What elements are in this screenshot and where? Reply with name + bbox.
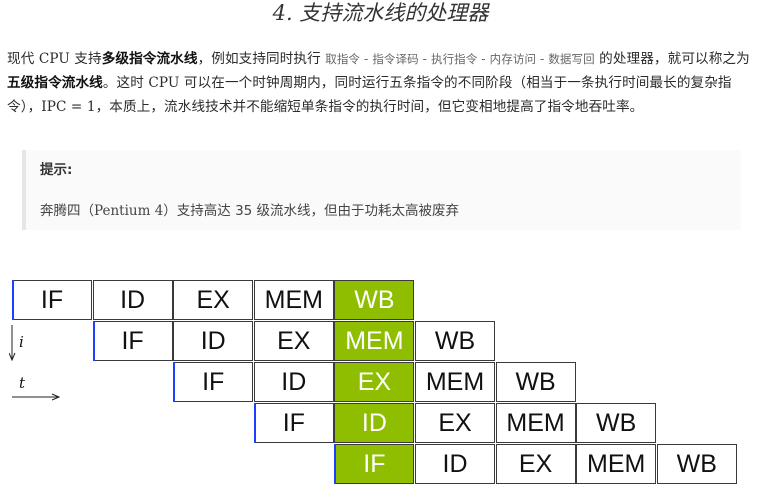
pipeline-stage-ex: EX bbox=[415, 403, 495, 443]
row-start-marker bbox=[173, 362, 176, 402]
row-start-marker bbox=[253, 403, 256, 443]
pipeline-stage-mem: MEM bbox=[334, 321, 415, 361]
pipeline-stage-ex: EX bbox=[173, 280, 254, 320]
pipeline-stage-ex: EX bbox=[495, 444, 576, 484]
pipeline-stage-id: ID bbox=[253, 362, 334, 402]
pipeline-stage-mem: MEM bbox=[253, 280, 334, 320]
pipeline-stage-mem: MEM bbox=[415, 362, 495, 402]
pipeline-stage-ex: EX bbox=[334, 362, 415, 402]
pipeline-stage-id: ID bbox=[415, 444, 495, 484]
pipeline-diagram: i t IF ID EX MEM WB IF ID EX MEM WB IF ID EX MEM WB IF I… bbox=[0, 0, 761, 494]
pipeline-stage-if: IF bbox=[12, 280, 92, 320]
row-start-marker bbox=[12, 280, 14, 320]
pipeline-stage-wb: WB bbox=[576, 403, 657, 443]
axis-label-i: i bbox=[19, 333, 24, 351]
pipeline-stage-wb: WB bbox=[495, 362, 576, 402]
pipeline-stage-if: IF bbox=[92, 321, 173, 361]
right-arrow-icon bbox=[12, 393, 60, 401]
row-start-marker bbox=[92, 321, 95, 361]
pipeline-stage-if: IF bbox=[173, 362, 254, 402]
pipeline-stage-id: ID bbox=[92, 280, 173, 320]
pipeline-stage-wb: WB bbox=[656, 444, 737, 484]
pipeline-stage-if: IF bbox=[253, 403, 334, 443]
pipeline-stage-mem: MEM bbox=[495, 403, 576, 443]
axis-label-t: t bbox=[19, 374, 26, 392]
pipeline-stage-wb: WB bbox=[334, 280, 415, 320]
pipeline-stage-id: ID bbox=[173, 321, 254, 361]
down-arrow-icon bbox=[9, 325, 16, 361]
pipeline-stage-wb: WB bbox=[415, 321, 495, 361]
row-start-marker bbox=[334, 444, 337, 484]
pipeline-stage-ex: EX bbox=[253, 321, 334, 361]
pipeline-stage-id: ID bbox=[334, 403, 415, 443]
pipeline-stage-mem: MEM bbox=[576, 444, 657, 484]
pipeline-stage-if: IF bbox=[334, 444, 415, 484]
